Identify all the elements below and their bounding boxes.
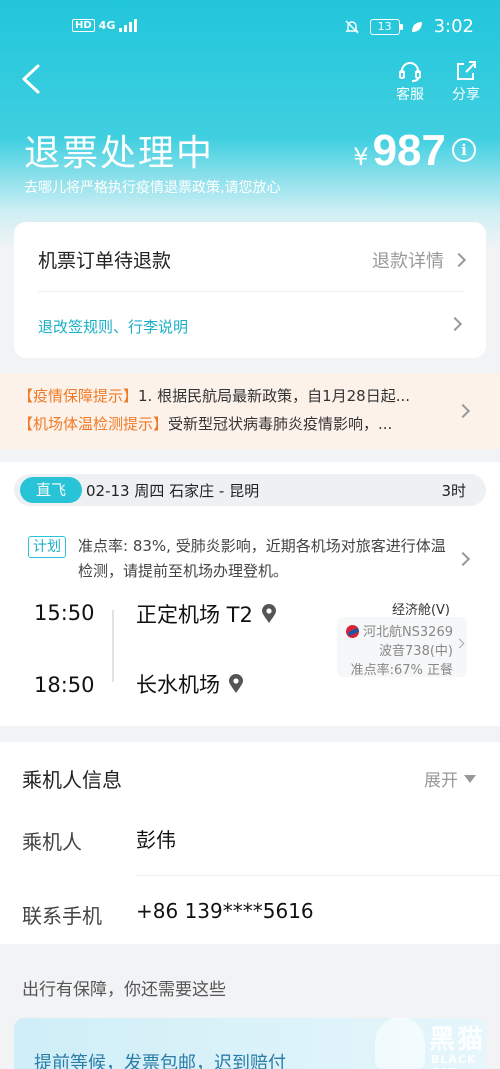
notice-text: 1. 根据民航局最新政策，自1月28日起... bbox=[138, 387, 411, 405]
refund-status-card: 机票订单待退款 退款详情 退改签规则、行李说明 bbox=[14, 222, 486, 358]
notice-tag: 【机场体温检测提示】 bbox=[18, 415, 169, 433]
share-button[interactable]: 分享 bbox=[441, 60, 491, 104]
departure-airport-name: 正定机场 T2 bbox=[136, 603, 253, 627]
carrier-line: 河北航NS3269 bbox=[345, 621, 453, 640]
amount-value: 987 bbox=[372, 126, 446, 175]
timeline-line bbox=[112, 610, 114, 682]
phone-label: 联系手机 bbox=[22, 904, 102, 928]
refund-amount: ¥ 987 bbox=[353, 126, 446, 176]
page-subtitle: 去哪儿将严格执行疫情退票政策,请您放心 bbox=[24, 180, 281, 196]
clock: 3:02 bbox=[433, 16, 474, 37]
info-icon[interactable]: i bbox=[452, 138, 476, 162]
page-title: 退票处理中 bbox=[24, 133, 215, 174]
battery-level: 13 bbox=[377, 20, 392, 33]
flight-date-route: 02-13 周四 石家庄 - 昆明 bbox=[86, 482, 260, 500]
flight-summary-bar: 直飞 02-13 周四 石家庄 - 昆明 3时 bbox=[14, 474, 486, 506]
passenger-label: 乘机人 bbox=[22, 830, 82, 854]
punctuality-meal: 准点率:67% 正餐 bbox=[350, 663, 453, 678]
signal-icon bbox=[119, 18, 138, 32]
leaf-icon bbox=[411, 21, 422, 32]
divider bbox=[136, 875, 500, 876]
notice-text: 受新型冠状病毒肺炎疫情影响，... bbox=[168, 415, 393, 433]
flight-detail-box[interactable]: 河北航NS3269 波音738(中) 准点率:67% 正餐 bbox=[337, 617, 467, 678]
expand-label: 展开 bbox=[424, 771, 458, 791]
passenger-info-card: 乘机人信息 展开 乘机人 彭伟 联系手机 +86 139****5616 bbox=[0, 742, 500, 944]
headset-icon bbox=[399, 62, 421, 82]
watermark-cn: 黑猫 bbox=[429, 1025, 486, 1055]
section-title: 乘机人信息 bbox=[22, 768, 122, 792]
airline-logo-icon bbox=[345, 625, 359, 638]
triangle-down-icon bbox=[464, 774, 476, 783]
chevron-right-icon bbox=[451, 252, 467, 268]
notice-tag: 【疫情保障提示】 bbox=[18, 387, 139, 405]
flight-info-card: 直飞 02-13 周四 石家庄 - 昆明 3时 计划 准点率: 83%, 受肺炎… bbox=[0, 462, 500, 726]
cabin-class: 经济舱(V) bbox=[391, 603, 450, 618]
arrival-airport[interactable]: 长水机场 bbox=[136, 669, 244, 699]
share-label: 分享 bbox=[452, 87, 480, 103]
mute-bell-icon bbox=[344, 20, 359, 33]
back-arrow-icon[interactable] bbox=[18, 62, 48, 96]
aircraft-type: 波音738(中) bbox=[379, 644, 453, 659]
black-cat-logo-icon bbox=[375, 1017, 425, 1069]
phone-number: +86 139****5616 bbox=[136, 899, 314, 923]
currency-symbol: ¥ bbox=[353, 143, 369, 171]
status-bar: HD 4G 13 3:02 bbox=[0, 0, 500, 56]
refund-detail-link[interactable]: 退款详情 bbox=[372, 247, 467, 273]
chevron-right-icon bbox=[455, 403, 471, 419]
plan-tag: 计划 bbox=[28, 536, 66, 558]
order-status: 机票订单待退款 bbox=[38, 250, 172, 272]
plan-notice[interactable]: 准点率: 83%, 受肺炎影响，近期各机场对旅客进行体温检测，请提前至机场办理登… bbox=[78, 534, 458, 584]
battery-icon: 13 bbox=[369, 18, 403, 35]
notice-line-1: 【疫情保障提示】1. 根据民航局最新政策，自1月28日起... bbox=[18, 385, 410, 406]
chevron-right-icon[interactable] bbox=[455, 551, 471, 567]
watermark-en: BLACK CAT bbox=[431, 1053, 477, 1069]
departure-time: 15:50 bbox=[34, 601, 95, 625]
refund-detail-label: 退款详情 bbox=[372, 251, 444, 272]
customer-service-label: 客服 bbox=[396, 87, 424, 103]
direct-flight-badge: 直飞 bbox=[20, 477, 82, 503]
promo-text: 提前等候，发票包邮，迟到赔付 bbox=[34, 1053, 286, 1069]
customer-service-button[interactable]: 客服 bbox=[385, 60, 435, 104]
flight-duration: 3时 bbox=[441, 482, 466, 500]
notice-line-2: 【机场体温检测提示】受新型冠状病毒肺炎疫情影响，... bbox=[18, 413, 392, 434]
status-bar-left: HD 4G bbox=[72, 18, 138, 32]
departure-airport[interactable]: 正定机场 T2 bbox=[136, 599, 277, 629]
arrival-time: 18:50 bbox=[34, 673, 95, 697]
epidemic-notice-banner[interactable]: 【疫情保障提示】1. 根据民航局最新政策，自1月28日起... 【机场体温检测提… bbox=[0, 373, 500, 449]
guarantee-title: 出行有保障，你还需要这些 bbox=[22, 980, 226, 1000]
chevron-right-icon bbox=[454, 638, 465, 649]
flight-number: 河北航NS3269 bbox=[362, 625, 453, 640]
hd-indicator: HD bbox=[72, 18, 95, 32]
location-pin-icon bbox=[261, 604, 276, 623]
status-bar-right: 13 3:02 bbox=[344, 16, 474, 37]
divider bbox=[38, 291, 464, 292]
rules-link[interactable]: 退改签规则、行李说明 bbox=[38, 316, 188, 337]
expand-button[interactable]: 展开 bbox=[424, 766, 476, 791]
arrival-airport-name: 长水机场 bbox=[136, 673, 220, 697]
passenger-name: 彭伟 bbox=[136, 828, 176, 852]
chevron-right-icon[interactable] bbox=[447, 316, 463, 332]
network-type: 4G bbox=[98, 18, 116, 32]
location-pin-icon bbox=[229, 674, 243, 693]
watermark: 黑猫 BLACK CAT bbox=[375, 1017, 500, 1069]
share-icon bbox=[457, 61, 476, 80]
